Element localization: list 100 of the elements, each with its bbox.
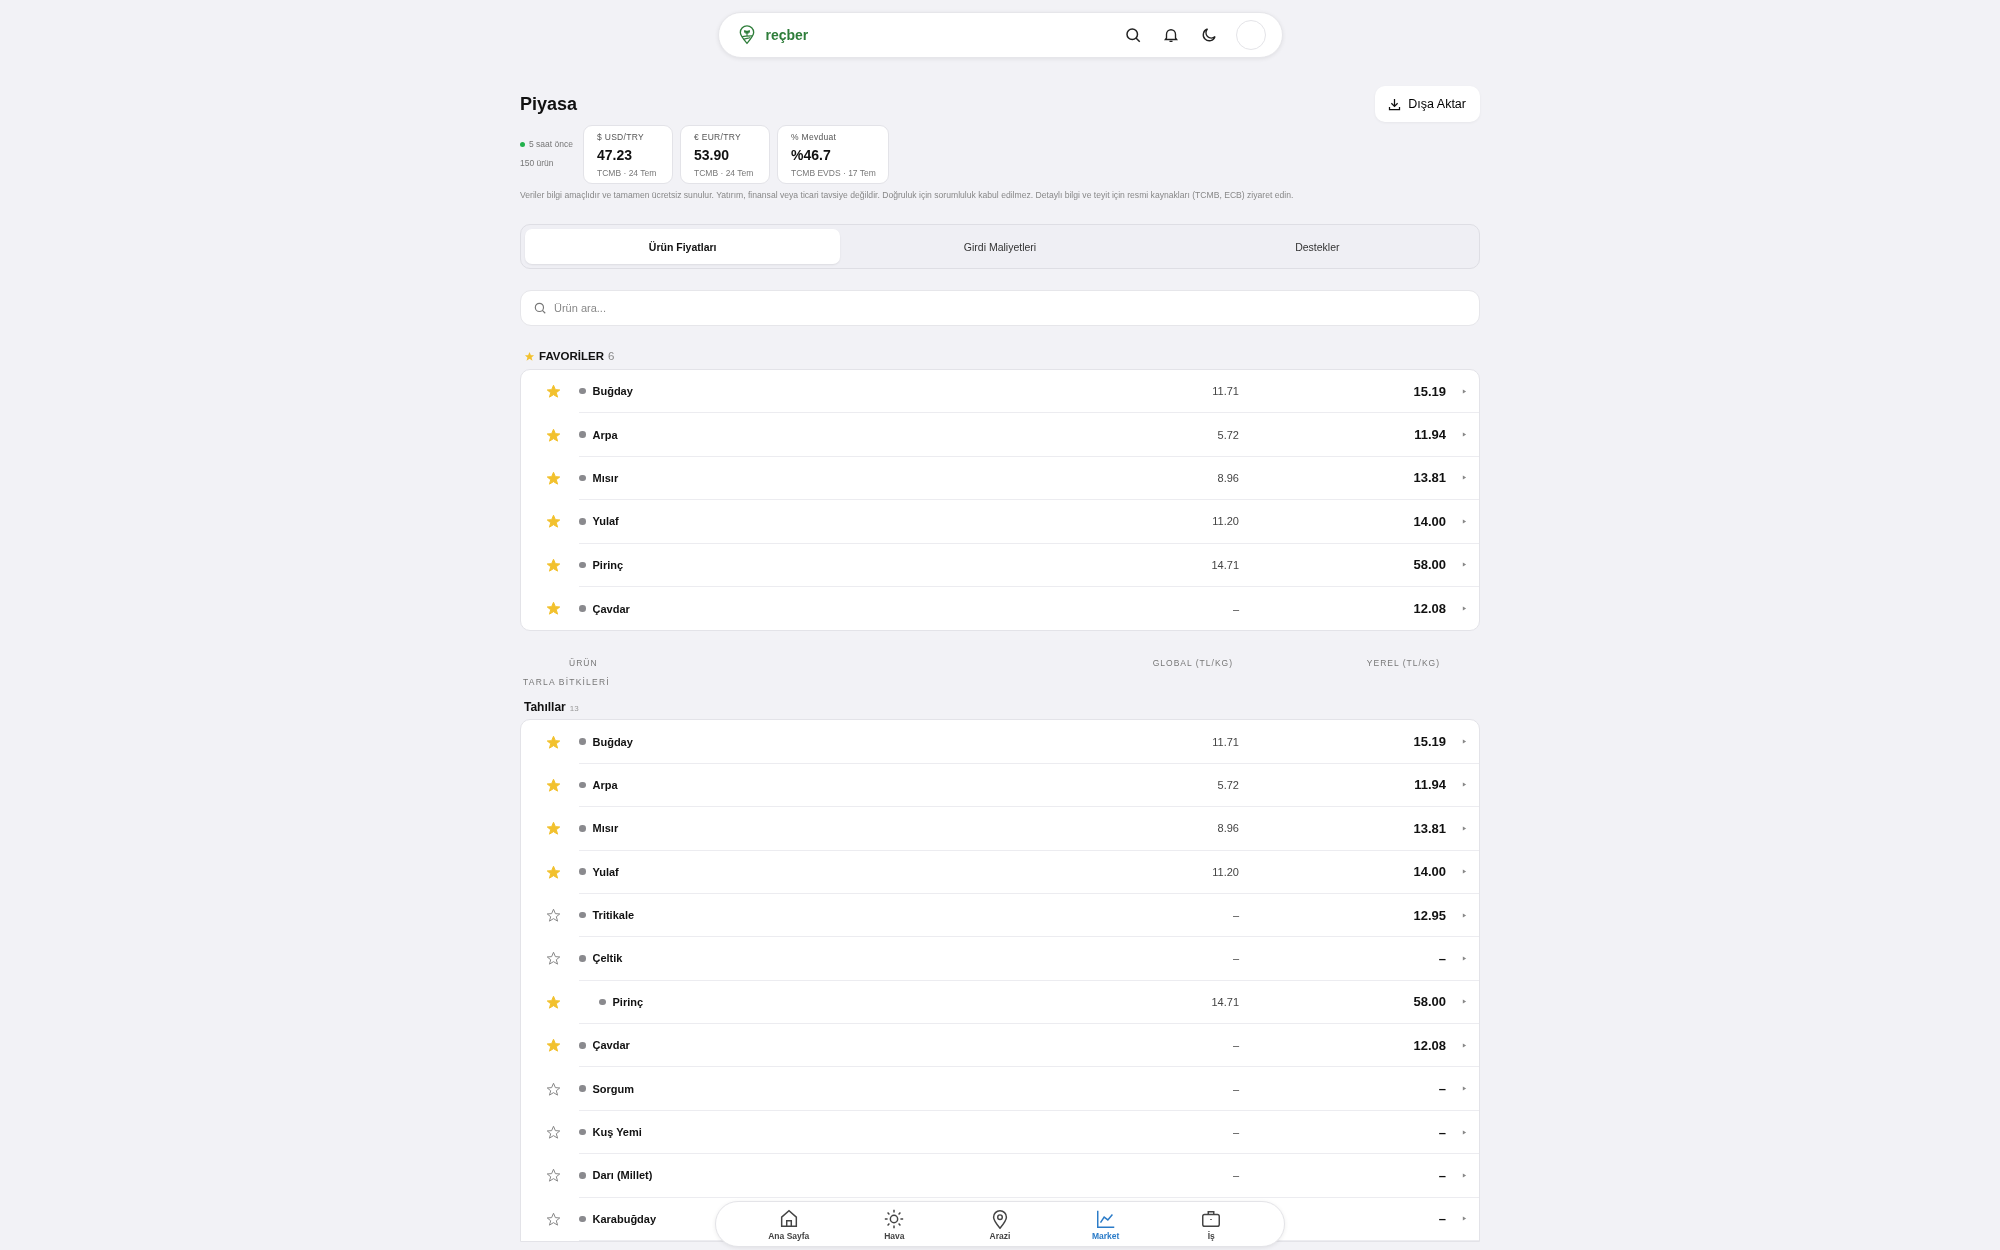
- star-icon[interactable]: [546, 601, 561, 617]
- disclaimer-text: Veriler bilgi amaçlıdır ve tamamen ücretsiz sunulur. Yatırım, finansal veya ticari tavsiye değildir. Doğruluk için sorumluluk kabul edilmez. Detaylı bilgi ve teyit için resmi kaynakları (TCMB, ECB) ziyaret edin.: [520, 190, 1295, 200]
- product-name[interactable]: Yulaf: [592, 865, 619, 878]
- caret-icon[interactable]: [1462, 562, 1467, 568]
- dot-icon: [599, 998, 606, 1006]
- global-price: 14.71: [1211, 995, 1239, 1008]
- caret-icon[interactable]: [1462, 956, 1467, 961]
- dot-icon: [579, 738, 586, 745]
- star-icon[interactable]: [546, 1211, 561, 1227]
- product-name[interactable]: Çeltik: [592, 952, 623, 965]
- star-icon[interactable]: [546, 821, 561, 837]
- search-field[interactable]: Ürün ara...: [520, 290, 1480, 326]
- nav-item[interactable]: Arazi: [960, 1207, 1040, 1241]
- caret-icon[interactable]: [1462, 999, 1467, 1005]
- local-price: 11.94: [1414, 777, 1446, 793]
- star-icon[interactable]: [546, 777, 561, 793]
- column-header: ÜRÜN: [569, 658, 599, 669]
- product-name[interactable]: Çavdar: [592, 602, 630, 615]
- local-price: –: [1438, 1167, 1446, 1183]
- tab[interactable]: Girdi Maliyetleri: [842, 229, 1158, 264]
- dot-icon: [579, 1128, 586, 1136]
- product-name[interactable]: Mısır: [592, 471, 619, 484]
- caret-icon[interactable]: [1462, 869, 1467, 875]
- global-price: 11.20: [1212, 865, 1239, 878]
- search-icon[interactable]: [1123, 26, 1142, 44]
- product-name[interactable]: Arpa: [592, 428, 618, 441]
- global-price: –: [1232, 602, 1239, 615]
- caret-icon[interactable]: [1462, 1129, 1467, 1135]
- caret-icon[interactable]: [1462, 1172, 1467, 1178]
- dot-icon: [579, 781, 586, 789]
- dot-icon: [579, 868, 586, 875]
- dot-icon: [579, 825, 586, 832]
- product-name[interactable]: Pirinç: [612, 995, 644, 1008]
- product-name[interactable]: Tritikale: [592, 909, 635, 922]
- star-icon[interactable]: [546, 1168, 561, 1184]
- product-name[interactable]: Mısır: [592, 822, 619, 835]
- caret-icon[interactable]: [1462, 388, 1467, 394]
- star-icon[interactable]: [546, 734, 561, 750]
- global-price: –: [1232, 1126, 1239, 1139]
- rate-value: %46.7: [791, 147, 832, 163]
- product-name[interactable]: Karabuğday: [592, 1212, 657, 1225]
- star-icon[interactable]: [546, 470, 561, 486]
- star-icon[interactable]: [546, 514, 561, 530]
- product-name[interactable]: Buğday: [592, 385, 633, 398]
- product-name[interactable]: Arpa: [592, 778, 618, 791]
- dot-icon: [579, 474, 586, 482]
- group-title: Tahıllar: [524, 700, 566, 715]
- rate-value: 53.90: [694, 147, 731, 163]
- search-icon: [533, 301, 547, 315]
- global-price: 14.71: [1211, 558, 1239, 571]
- product-name[interactable]: Buğday: [592, 735, 633, 748]
- product-name[interactable]: Kuş Yemi: [592, 1126, 642, 1139]
- star-icon[interactable]: [546, 1081, 561, 1097]
- tab[interactable]: Destekler: [1159, 229, 1475, 264]
- product-name[interactable]: Sorgum: [592, 1082, 635, 1095]
- star-icon[interactable]: [546, 1125, 561, 1141]
- global-price: 5.72: [1217, 778, 1239, 791]
- star-icon[interactable]: [546, 557, 561, 573]
- updated-time: 5 saat önce: [529, 139, 573, 149]
- star-icon[interactable]: [546, 864, 561, 880]
- global-price: 8.96: [1217, 471, 1239, 484]
- tab[interactable]: Ürün Fiyatları: [525, 229, 841, 264]
- caret-icon[interactable]: [1462, 1086, 1467, 1092]
- local-price: 15.19: [1413, 734, 1446, 750]
- dot-icon: [579, 1085, 586, 1092]
- nav-item[interactable]: Hava: [854, 1207, 935, 1241]
- local-price: 13.81: [1413, 820, 1446, 836]
- product-name[interactable]: Pirinç: [592, 558, 624, 571]
- caret-icon[interactable]: [1462, 518, 1467, 524]
- star-icon[interactable]: [546, 908, 561, 924]
- dot-icon: [579, 605, 586, 612]
- product-count: 150 ürün: [520, 158, 555, 168]
- star-icon[interactable]: [546, 427, 561, 443]
- brand-name: reçber: [765, 27, 809, 43]
- caret-icon[interactable]: [1462, 1042, 1467, 1048]
- star-icon[interactable]: [546, 384, 561, 400]
- product-name[interactable]: Darı (Millet): [592, 1169, 653, 1182]
- caret-icon[interactable]: [1462, 825, 1467, 831]
- star-icon[interactable]: [546, 951, 561, 967]
- product-name[interactable]: Yulaf: [592, 515, 619, 528]
- global-price: –: [1232, 952, 1239, 965]
- caret-icon[interactable]: [1462, 739, 1467, 745]
- star-icon[interactable]: [546, 994, 561, 1010]
- local-price: 14.00: [1413, 513, 1446, 529]
- product-name[interactable]: Çavdar: [592, 1039, 630, 1052]
- caret-icon[interactable]: [1462, 782, 1467, 788]
- local-price: –: [1438, 1124, 1446, 1140]
- star-icon[interactable]: [546, 1038, 561, 1054]
- caret-icon[interactable]: [1462, 912, 1467, 918]
- caret-icon[interactable]: [1462, 475, 1467, 481]
- caret-icon[interactable]: [1462, 606, 1467, 612]
- caret-icon[interactable]: [1462, 432, 1467, 438]
- nav-item[interactable]: İş: [1171, 1207, 1252, 1241]
- caret-icon[interactable]: [1462, 1216, 1467, 1222]
- rate-label: % Mevduat: [791, 132, 838, 142]
- group-count: 13: [569, 704, 579, 714]
- nav-item[interactable]: Ana Sayfa: [748, 1207, 829, 1241]
- nav-item[interactable]: Market: [1065, 1207, 1146, 1241]
- dot-icon: [579, 1215, 586, 1223]
- export-button[interactable]: Dışa Aktar: [1375, 86, 1480, 122]
